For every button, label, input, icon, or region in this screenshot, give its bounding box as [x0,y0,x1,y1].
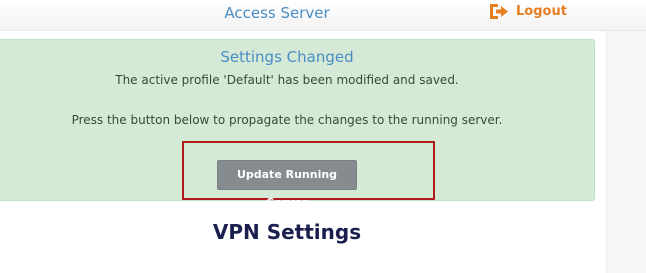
alert-title: Settings Changed [220,48,354,66]
logout-icon [490,3,508,19]
access-server-page: Access Server Logout Settings Changed Th… [0,0,646,273]
alert-message-propagate: Press the button below to propagate the … [71,113,503,127]
app-title: Access Server [224,4,330,22]
alert-message-saved: The active profile 'Default' has been mo… [115,73,459,87]
logout-link[interactable]: Logout [488,1,567,21]
top-header: Access Server Logout [0,0,646,31]
vpn-settings-heading: VPN Settings [212,220,362,244]
right-scroll-area [606,31,646,273]
logout-label: Logout [516,3,567,19]
update-running-server-button[interactable]: Update Running Server [217,160,357,209]
